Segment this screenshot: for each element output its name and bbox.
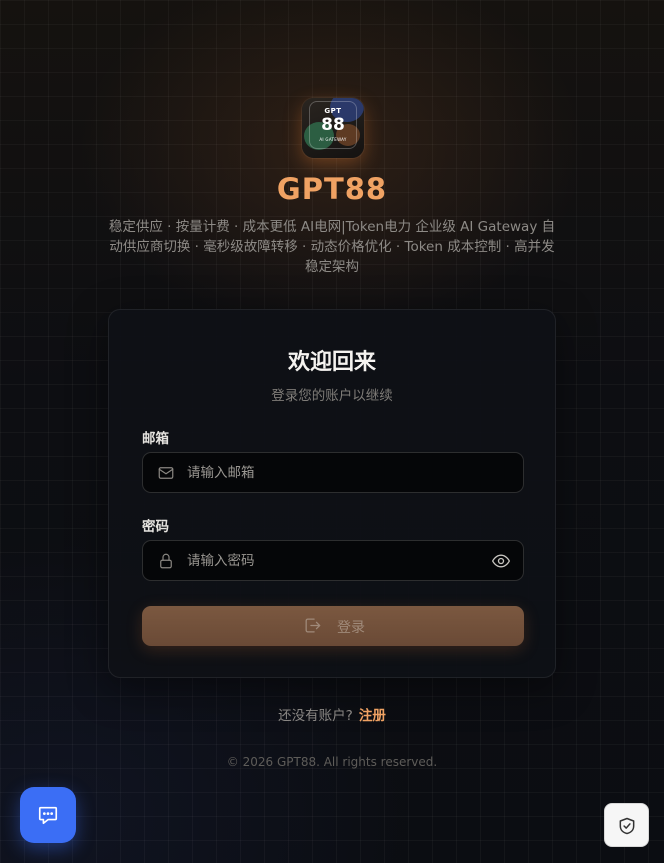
brand-logo: GPT 88 AI GATEWAY xyxy=(302,98,364,158)
eye-icon[interactable] xyxy=(491,551,511,571)
login-button-label: 登录 xyxy=(337,620,365,636)
signup-row: 还没有账户? 注册 xyxy=(0,704,664,724)
login-card: 欢迎回来 登录您的账户以继续 邮箱 密码 登录 xyxy=(108,309,556,678)
email-label: 邮箱 xyxy=(142,431,169,447)
mail-icon xyxy=(158,467,174,479)
signup-prompt: 还没有账户? xyxy=(278,708,353,724)
logo-bottom-text: AI GATEWAY xyxy=(319,137,347,142)
copyright-text: © 2026 GPT88. All rights reserved. xyxy=(226,755,438,769)
chat-support-button[interactable] xyxy=(20,787,76,843)
password-field-wrapper xyxy=(142,540,524,581)
signup-link[interactable]: 注册 xyxy=(359,708,386,724)
login-subtitle: 登录您的账户以继续 xyxy=(271,388,393,404)
logo-top-text: GPT xyxy=(324,107,342,115)
lock-icon xyxy=(160,553,172,569)
brand-tagline: 稳定供应 · 按量计费 · 成本更低 AI电网|Token电力 企业级 AI G… xyxy=(108,219,556,275)
brand-name: GPT88 xyxy=(276,172,388,206)
shield-check-icon xyxy=(619,817,635,835)
login-button[interactable]: 登录 xyxy=(142,606,524,646)
login-icon xyxy=(305,618,321,633)
logo-main-text: 88 xyxy=(321,115,345,135)
email-input[interactable] xyxy=(187,453,477,492)
password-input[interactable] xyxy=(187,541,477,580)
email-field-wrapper xyxy=(142,452,524,493)
login-title: 欢迎回来 xyxy=(287,350,376,375)
security-badge-button[interactable] xyxy=(604,803,649,847)
password-label: 密码 xyxy=(142,519,169,535)
chat-icon xyxy=(38,806,58,825)
